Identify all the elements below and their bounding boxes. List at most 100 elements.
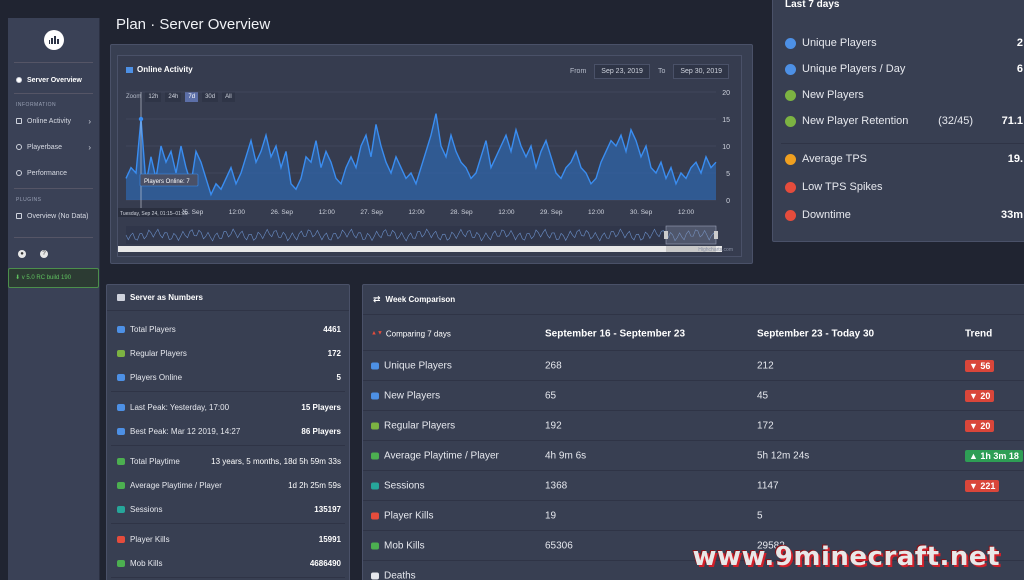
comparing-label: ▲▼ Comparing 7 days xyxy=(371,329,451,338)
navigator-handle-right[interactable] xyxy=(714,231,718,239)
comparison-row: New Players 65 45 ▼ 20 xyxy=(363,381,1024,411)
current-week-value: 5h 12m 24s xyxy=(757,450,810,461)
user-circle-icon xyxy=(785,115,796,127)
metric-icon xyxy=(371,392,379,399)
numbers-row-value: 15991 xyxy=(318,535,341,544)
last7-row-label: Unique Players / Day xyxy=(802,63,906,75)
hover-point[interactable] xyxy=(138,116,144,122)
y-tick-label: 0 xyxy=(726,198,730,205)
plan-logo-icon[interactable] xyxy=(43,30,64,50)
metric-label: New Players xyxy=(384,390,441,401)
navigator-handle-left[interactable] xyxy=(664,231,668,239)
comparing-label-text: Comparing 7 days xyxy=(385,329,451,338)
chart-icon xyxy=(16,118,22,124)
last7-row: Low TPS Spikes xyxy=(785,181,1024,193)
previous-week-value: 65306 xyxy=(545,540,573,551)
users-icon xyxy=(785,37,796,49)
comparison-metric: Average Playtime / Player xyxy=(371,450,499,461)
comparison-row: Unique Players 268 212 ▼ 56 xyxy=(363,351,1024,381)
last7-row: Average TPS 19. xyxy=(785,153,1024,165)
metric-icon xyxy=(371,452,379,459)
sidebar-divider xyxy=(14,62,93,63)
chart-credits[interactable]: Highcharts.com xyxy=(698,247,733,253)
last7-row-label: Unique Players xyxy=(802,37,877,49)
numbers-row: Sessions 135197 xyxy=(117,505,341,514)
sidebar-item-performance[interactable]: Performance xyxy=(8,164,99,182)
scrollbar-track[interactable] xyxy=(118,246,722,252)
last7-row: Downtime 33m xyxy=(785,209,1024,221)
numbers-row-value: 86 Players xyxy=(301,427,341,436)
stat-icon xyxy=(117,404,125,411)
column-header-trend[interactable]: Trend xyxy=(965,328,992,339)
sidebar-item-label: Overview (No Data) xyxy=(27,212,89,220)
last7-row-value: 19. xyxy=(1007,153,1023,165)
previous-week-value: 65 xyxy=(545,390,557,401)
previous-week-value: 4h 9m 6s xyxy=(545,450,587,461)
numbers-row: Total Playtime 13 years, 5 months, 18d 5h… xyxy=(117,457,341,466)
y-tick-label: 20 xyxy=(722,90,730,97)
numbers-row-value: 4686490 xyxy=(309,559,341,568)
trend-badge: ▼ 221 xyxy=(965,479,1000,492)
x-tick-label: 12:00 xyxy=(498,209,515,216)
stat-icon xyxy=(117,374,125,381)
numbers-row: Best Peak: Mar 12 2019, 14:27 86 Players xyxy=(117,427,341,436)
sidebar-divider xyxy=(14,188,93,189)
version-text: v 5.0 RC build 190 xyxy=(21,275,72,281)
comparison-metric: Sessions xyxy=(371,480,425,491)
metric-label: Average Playtime / Player xyxy=(384,450,499,461)
last7-row-value: 6 xyxy=(1016,63,1023,75)
x-tick-label: 29. Sep xyxy=(540,209,563,216)
x-tick-label: 12:00 xyxy=(229,209,246,216)
sidebar-item-playerbase[interactable]: Playerbase › xyxy=(8,138,99,156)
stat-icon xyxy=(117,482,125,489)
crosshair-label: Tuesday, Sep 24, 01:15–01:29 xyxy=(120,211,188,217)
sidebar-item-plugins-overview[interactable]: Overview (No Data) xyxy=(8,207,99,225)
comparison-row: Regular Players 192 172 ▼ 20 xyxy=(363,411,1024,441)
column-header-current[interactable]: September 23 - Today 30 xyxy=(757,328,874,339)
sidebar-item-label: Performance xyxy=(27,169,68,177)
navigator-selection[interactable] xyxy=(665,225,717,245)
metric-label: Mob Kills xyxy=(384,540,425,551)
cubes-icon xyxy=(16,213,22,219)
numbers-row: Last Peak: Yesterday, 17:00 15 Players xyxy=(117,403,341,412)
numbers-row-label: Best Peak: Mar 12 2019, 14:27 xyxy=(130,427,241,436)
stat-icon xyxy=(117,350,125,357)
numbers-row-value: 13 years, 5 months, 18d 5h 59m 33s xyxy=(211,457,341,466)
trend-cell: ▼ 20 xyxy=(965,419,995,432)
current-week-value: 45 xyxy=(757,390,769,401)
numbers-row: Player Kills 15991 xyxy=(117,535,341,544)
metric-icon xyxy=(371,422,379,429)
question-icon[interactable]: ? xyxy=(40,250,48,258)
divider xyxy=(111,577,345,578)
version-badge[interactable]: ⬇ v 5.0 RC build 190 xyxy=(8,268,99,288)
trend-badge: ▼ 56 xyxy=(965,359,995,372)
last7-row-value: 33m xyxy=(1000,209,1023,221)
online-activity-chart-container: Online Activity From Sep 23, 2019 To Sep… xyxy=(117,55,742,257)
server-as-numbers-header: Server as Numbers xyxy=(107,285,349,311)
x-tick-label: 12:00 xyxy=(319,209,336,216)
last7-row-value: 71.1 xyxy=(1001,115,1023,127)
last7-row-label: Average TPS xyxy=(802,153,868,165)
sidebar-divider xyxy=(14,237,93,238)
palette-icon[interactable]: ● xyxy=(18,250,26,258)
sidebar-item-server-overview[interactable]: Server Overview xyxy=(8,71,99,89)
divider xyxy=(111,523,345,524)
tooltip: Players Online: 7 xyxy=(139,173,199,187)
book-icon xyxy=(117,294,125,301)
current-week-value: 212 xyxy=(757,360,774,371)
week-comparison-column-headers: ▲▼ Comparing 7 days September 16 - Septe… xyxy=(363,317,1024,351)
column-header-previous[interactable]: September 16 - September 23 xyxy=(545,328,685,339)
last7-row-label: Low TPS Spikes xyxy=(802,181,883,193)
sidebar-item-online-activity[interactable]: Online Activity › xyxy=(8,112,99,130)
previous-week-value: 268 xyxy=(545,360,562,371)
download-icon: ⬇ xyxy=(15,275,21,281)
last7-row: Unique Players 2 xyxy=(785,37,1024,49)
stat-icon xyxy=(117,428,125,435)
numbers-row: Mob Kills 4686490 xyxy=(117,559,341,568)
stat-icon xyxy=(117,458,125,465)
online-activity-chart[interactable]: 05101520Players Online: 725. Sep 12:00 26.… xyxy=(118,56,743,260)
x-tick-label: 12:00 xyxy=(408,209,425,216)
y-tick-label: 15 xyxy=(722,117,730,124)
server-as-numbers-title: Server as Numbers xyxy=(130,293,203,302)
last7-row-label: New Player Retention xyxy=(802,115,909,127)
